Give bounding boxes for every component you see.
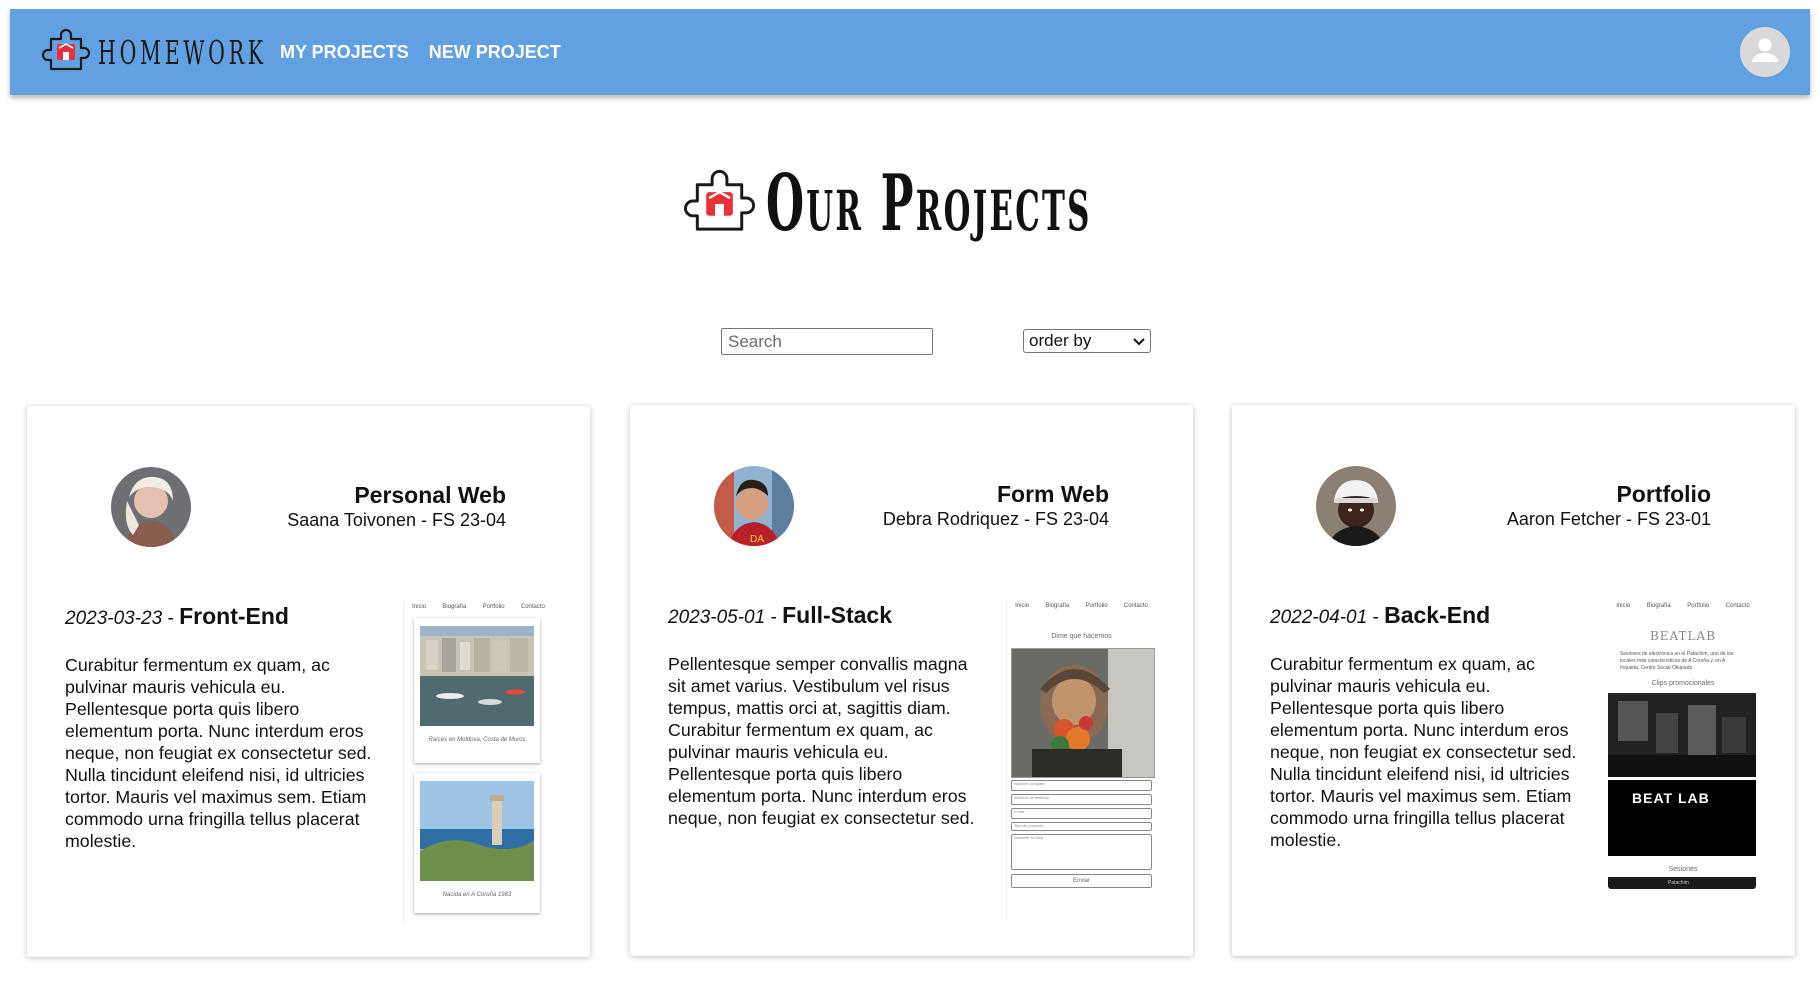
project-author: Debra Rodriquez - FS 23-04 (882, 509, 1109, 529)
thumbnail-nav-item: Portfolio (1687, 603, 1710, 609)
project-author: Aaron Fetcher - FS 23-01 (1506, 509, 1711, 529)
page-heading: Our Projects (0, 158, 1819, 249)
form-field: Nombre completo (1011, 780, 1152, 791)
project-meta: 2022-04-01 - Back-End (1270, 602, 1490, 629)
form-submit-button: Enviar (1011, 874, 1152, 888)
project-card[interactable]: Personal Web Saana Toivonen - FS 23-04 2… (27, 406, 590, 957)
chevron-down-icon (1133, 331, 1145, 351)
project-card[interactable]: Portfolio Aaron Fetcher - FS 23-01 2022-… (1232, 405, 1795, 956)
project-date: 2023-05-01 (668, 607, 766, 628)
form-heading: Dime que hacemos (1051, 633, 1112, 640)
photo-polaroid-harbor: Raíces en Moldova, Costa de Muros (414, 618, 540, 763)
brand-name: HOMEWORK (98, 32, 267, 72)
project-type: Front-End (179, 603, 289, 629)
puzzle-logo-icon (683, 164, 758, 243)
project-screenshot: Inicio Biografía Portfolio Contacto Dime… (1006, 601, 1156, 921)
nav-my-projects[interactable]: MY PROJECTS (280, 42, 409, 63)
project-date: 2023-03-23 (65, 608, 163, 629)
thumbnail-nav-item: Biografía (442, 604, 467, 610)
thumbnail-nav-item: Portfolio (1085, 603, 1108, 609)
portfolio-subheading: Clips promocionales (1651, 680, 1715, 687)
portfolio-banner: BEAT LAB (1632, 790, 1710, 806)
user-account-button[interactable] (1740, 27, 1790, 77)
project-description: Pellentesque semper convallis magna sit … (668, 654, 975, 828)
thumbnail-nav-item: Contacto (1725, 603, 1750, 609)
project-meta: 2023-03-23 - Front-End (65, 603, 289, 630)
main-nav: MY PROJECTS NEW PROJECT (280, 42, 581, 63)
project-type: Back-End (1384, 602, 1491, 628)
portfolio-video-1 (1608, 693, 1756, 777)
top-navbar: HOMEWORK MY PROJECTS NEW PROJECT (10, 9, 1810, 95)
lighthouse-photo (420, 781, 534, 881)
thumbnail-nav-item: Contacto (520, 604, 545, 610)
thumbnail-nav-item: Contacto (1123, 603, 1148, 609)
thumbnail-nav-item: Biografía (1045, 603, 1070, 609)
project-title: Personal Web (354, 482, 506, 508)
user-icon (1748, 33, 1782, 72)
nav-new-project[interactable]: NEW PROJECT (429, 42, 561, 63)
order-by-select[interactable]: order by (1023, 329, 1151, 353)
project-card[interactable]: DA Form Web Debra Rodriquez - FS 23-04 2… (630, 405, 1193, 956)
portfolio-sessions: Sesiones (1668, 866, 1698, 873)
portfolio-footer: Patachim (1608, 877, 1756, 889)
project-title: Form Web (996, 481, 1109, 507)
thumbnail-form: Nombre completo Número de teléfono Email… (1011, 780, 1152, 888)
form-field: Tipo de proyecto (1011, 822, 1152, 831)
thumbnail-nav-item: Portfolio (482, 604, 505, 610)
svg-text:DA: DA (750, 534, 764, 545)
project-screenshot: Inicio Biografía Portfolio Contacto BEAT… (1608, 601, 1758, 921)
photo-caption: Nacida en A Coruña 1983 (442, 892, 512, 898)
thumbnail-nav-item: Biografía (1646, 603, 1671, 609)
project-author: Saana Toivonen - FS 23-04 (287, 510, 506, 530)
form-field: Describe tu idea (1011, 834, 1152, 870)
project-meta: 2023-05-01 - Full-Stack (668, 602, 892, 629)
thumbnail-nav: Inicio Biografía Portfolio Contacto (404, 602, 553, 610)
portfolio-heading: BEATLAB (1649, 629, 1717, 643)
thumbnail-nav-item: Inicio (1616, 603, 1631, 609)
photo-polaroid-lighthouse: Nacida en A Coruña 1983 (414, 773, 540, 913)
page-title: Our Projects (765, 158, 1092, 249)
author-avatar: DA (714, 466, 794, 546)
project-title: Portfolio (1616, 481, 1711, 507)
project-description: Curabitur fermentum ex quam, ac pulvinar… (1270, 654, 1577, 850)
order-by-value: order by (1029, 331, 1092, 350)
portfolio-video-2: BEAT LAB (1608, 780, 1756, 856)
project-screenshot: Inicio Biografía Portfolio Contacto Raíc… (403, 602, 553, 922)
meta-separator: - (1367, 607, 1385, 628)
thumbnail-nav: Inicio Biografía Portfolio Contacto (1608, 601, 1758, 609)
project-description: Curabitur fermentum ex quam, ac pulvinar… (65, 655, 372, 851)
form-field: Número de teléfono (1011, 794, 1152, 805)
puzzle-logo-icon (41, 25, 92, 80)
thumbnail-nav-item: Inicio (412, 604, 427, 610)
harbor-photo (420, 626, 534, 726)
thumbnail-nav: Inicio Biografía Portfolio Contacto (1007, 601, 1156, 609)
author-avatar (1316, 466, 1396, 546)
brand-logo-link[interactable]: HOMEWORK (41, 25, 267, 80)
portfolio-intro: Sesiones de electrónica en el Patachim, … (1620, 651, 1734, 671)
form-field: Email (1011, 808, 1152, 819)
search-input[interactable] (721, 328, 933, 355)
meta-separator: - (162, 608, 180, 629)
author-avatar (111, 467, 191, 547)
meta-separator: - (765, 607, 783, 628)
form-photo (1011, 648, 1155, 778)
thumbnail-nav-item: Inicio (1015, 603, 1030, 609)
project-date: 2022-04-01 (1270, 607, 1368, 628)
project-type: Full-Stack (782, 602, 893, 628)
photo-caption: Raíces en Moldova, Costa de Muros (428, 737, 526, 743)
